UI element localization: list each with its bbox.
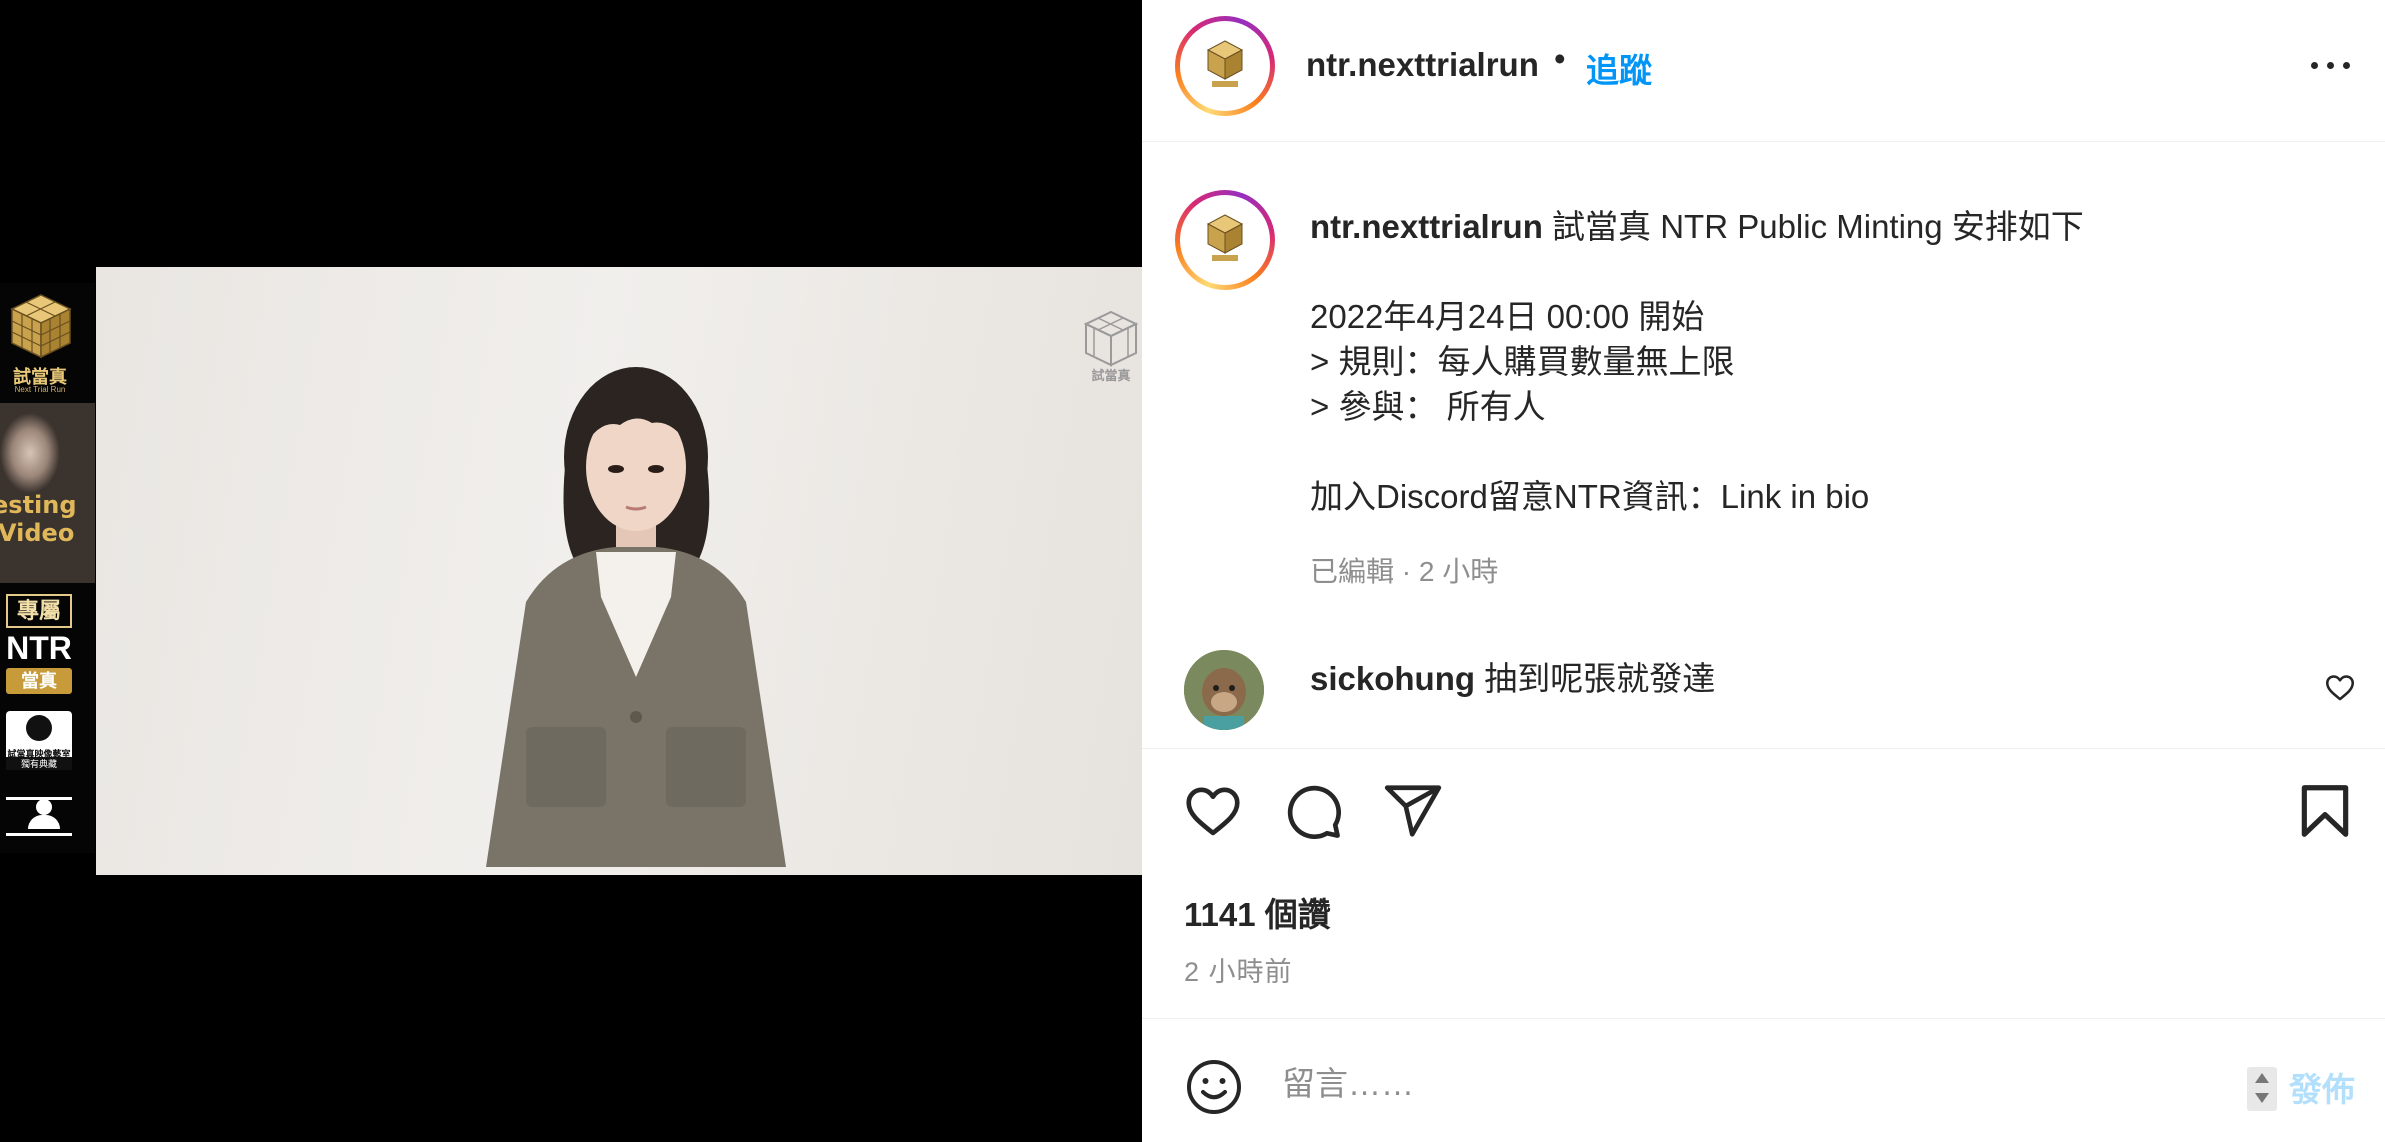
more-options-icon[interactable] — [2307, 50, 2357, 80]
comment-icon[interactable] — [1282, 780, 1344, 842]
comment-item: sickohung 抽到呢張就發達 — [1142, 640, 2385, 750]
user-icon-body — [28, 815, 60, 829]
exclusive-label: 專屬 — [6, 594, 72, 628]
strip-user — [0, 793, 95, 853]
gold-label: 當真 — [6, 668, 72, 694]
ape-avatar-icon — [1184, 650, 1264, 730]
cube-logo-icon — [10, 294, 72, 359]
post-media[interactable]: 試當真 Next Trial Run esting Video 專屬 NTR 當… — [0, 0, 1142, 1142]
comment-body: 抽到呢張就發達 — [1475, 660, 1716, 697]
cert-label-2: 獨有典藏 — [6, 757, 72, 770]
avatar-inner — [1180, 195, 1270, 285]
action-bar — [1142, 780, 2385, 850]
share-icon[interactable] — [1382, 780, 1444, 842]
caption-meta: 已編輯 · 2 小時 — [1310, 556, 1499, 587]
header-separator: • — [1554, 40, 1566, 77]
caption-avatar[interactable] — [1175, 190, 1275, 290]
strip-logo: 試當真 Next Trial Run — [0, 283, 95, 403]
emoji-icon[interactable] — [1184, 1057, 1244, 1117]
cube-watermark-icon — [1083, 310, 1139, 367]
cube-logo-icon — [1206, 40, 1244, 87]
follow-button[interactable]: 追蹤 — [1586, 44, 1652, 92]
video-frame[interactable]: 試當真 — [96, 267, 1142, 875]
comment-text: sickohung 抽到呢張就發達 — [1310, 652, 1715, 700]
user-icon — [36, 799, 52, 815]
post-time[interactable]: 2 小時前 — [1184, 950, 1293, 989]
post-header: ntr.nexttrialrun • 追蹤 — [1142, 0, 2385, 142]
watermark: 試當真 — [1082, 309, 1140, 389]
watermark-label: 試當真 — [1091, 368, 1131, 383]
ntr-label: NTR — [6, 630, 72, 666]
heart-icon[interactable] — [1182, 780, 1244, 842]
strip-logo-sub: Next Trial Run — [14, 385, 66, 394]
avatar-inner — [1180, 21, 1270, 111]
commenter-username[interactable]: sickohung — [1310, 660, 1475, 697]
video-sidebar-strip: 試當真 Next Trial Run esting Video 專屬 NTR 當… — [0, 283, 95, 853]
header-username[interactable]: ntr.nexttrialrun — [1306, 46, 1539, 84]
person-figure — [486, 367, 786, 867]
likes-count[interactable]: 1141 個讚 — [1184, 888, 1331, 936]
bookmark-icon[interactable] — [2294, 780, 2356, 842]
caption-username[interactable]: ntr.nexttrialrun — [1310, 208, 1543, 245]
caption-text: ntr.nexttrialrun 試當真 NTR Public Minting … — [1310, 204, 2330, 519]
post-details-panel: ntr.nexttrialrun • 追蹤 ntr.nexttrialrun 試… — [1142, 0, 2385, 1142]
add-comment-bar: 發佈 — [1142, 1019, 2385, 1142]
strip-divider-2 — [6, 833, 72, 836]
strip-video-label-2: Video — [0, 519, 75, 547]
caption-body: 試當真 NTR Public Minting 安排如下 2022年4月24日 0… — [1310, 208, 2084, 515]
comment-input[interactable] — [1282, 1055, 2162, 1113]
strip-cert: 試當真映像藝室 獨有典藏 — [0, 711, 95, 791]
strip-ntr-badge: 專屬 NTR 當真 — [0, 588, 95, 698]
cube-logo-icon — [1206, 214, 1244, 261]
strip-video-label-1: esting — [0, 491, 77, 519]
post-button[interactable]: 發佈 — [2289, 1063, 2355, 1111]
header-avatar[interactable] — [1175, 16, 1275, 116]
strip-video-thumb: esting Video — [0, 403, 95, 583]
commenter-avatar[interactable] — [1184, 650, 1264, 730]
comment-heart-icon[interactable] — [2323, 670, 2357, 704]
textarea-resize-handle[interactable] — [2247, 1067, 2277, 1111]
cert-logo-icon — [26, 715, 52, 741]
actions-divider — [1142, 748, 2385, 749]
